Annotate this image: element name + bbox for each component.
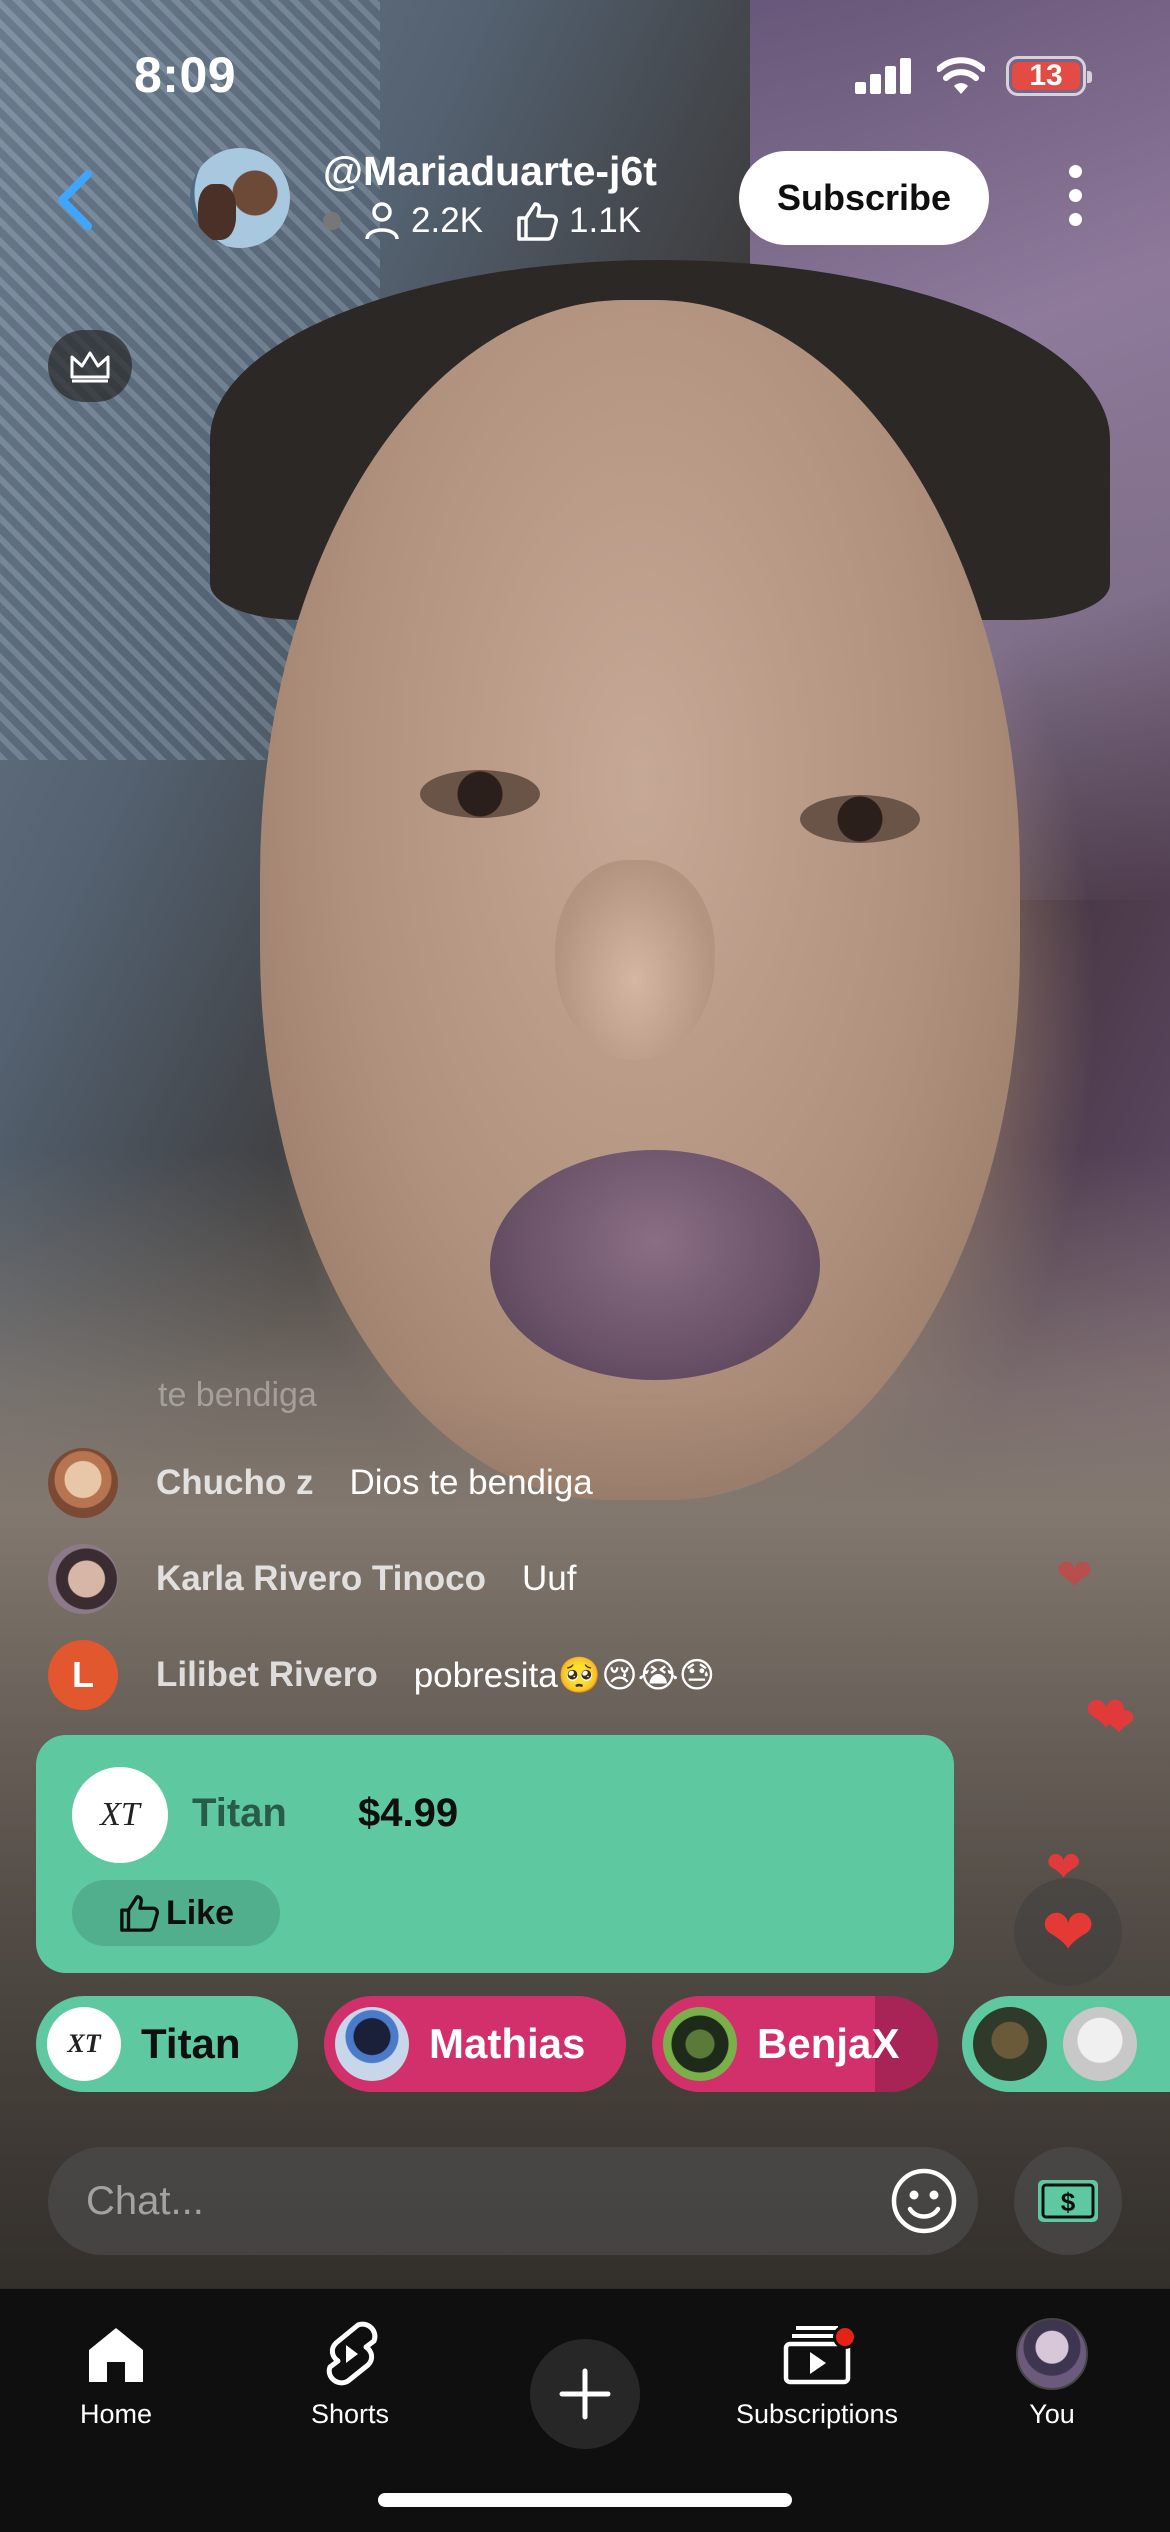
nav-label: You bbox=[1029, 2399, 1075, 2429]
notification-dot bbox=[833, 2325, 857, 2349]
status-time: 8:09 bbox=[134, 47, 237, 103]
nav-label: Home bbox=[79, 2399, 153, 2429]
nav-label: Shorts bbox=[310, 2399, 390, 2429]
chat-author[interactable]: Karla Rivero Tinoco bbox=[156, 1559, 486, 1599]
more-options-icon[interactable] bbox=[1060, 165, 1090, 231]
nav-shorts[interactable]: Shorts bbox=[250, 2309, 450, 2430]
video-subject-eye-left bbox=[420, 770, 540, 818]
video-subject-mouth bbox=[490, 1150, 820, 1380]
heart-icon: ❤ bbox=[1056, 1551, 1093, 1600]
subscribe-button[interactable]: Subscribe bbox=[739, 151, 989, 245]
super-chat-card[interactable]: XT Titan $4.99 Like bbox=[36, 1735, 954, 1973]
money-icon: $ bbox=[1038, 2180, 1098, 2222]
faded-chat-message: te bendiga bbox=[158, 1376, 317, 1414]
ticker-avatar: XT bbox=[47, 2007, 121, 2081]
cellular-signal-icon bbox=[855, 58, 911, 94]
nav-home[interactable]: Home bbox=[16, 2309, 216, 2430]
ticker-pill[interactable]: Mathias bbox=[324, 1996, 626, 2092]
nav-label: Subscriptions bbox=[735, 2399, 899, 2429]
nav-you[interactable]: You bbox=[952, 2309, 1152, 2430]
ticker-label: Mathias bbox=[429, 2020, 586, 2067]
like-label: Like bbox=[165, 1893, 235, 1932]
ticker-label: BenjaX bbox=[757, 2020, 900, 2067]
stream-stats: 2.2K 1.1K bbox=[323, 200, 641, 242]
chat-text: Uuf bbox=[522, 1559, 577, 1598]
chat-author[interactable]: Lilibet Rivero bbox=[156, 1655, 378, 1695]
person-icon bbox=[365, 202, 399, 240]
chat-message: L Lilibet Rivero pobresita🥺😢😭😓 bbox=[48, 1640, 715, 1710]
chat-author[interactable]: Chucho z bbox=[156, 1463, 313, 1503]
crown-icon[interactable] bbox=[48, 330, 132, 402]
avatar[interactable] bbox=[48, 1448, 118, 1518]
home-indicator bbox=[378, 2493, 792, 2507]
status-bar: 8:09 13 bbox=[0, 0, 1170, 150]
heart-reaction-button[interactable]: ❤ bbox=[1014, 1878, 1122, 1986]
viewer-count: 2.2K bbox=[411, 201, 483, 240]
ticker-pill[interactable]: BenjaX bbox=[652, 1996, 938, 2092]
chat-text: pobresita🥺😢😭😓 bbox=[413, 1655, 716, 1695]
heart-icon: ❤ bbox=[1102, 1701, 1136, 1745]
ticker-label: Titan bbox=[141, 2020, 241, 2067]
ticker-pill[interactable]: XT Titan bbox=[36, 1996, 298, 2092]
super-chat-avatar: XT bbox=[72, 1767, 168, 1863]
ticker-avatar bbox=[663, 2007, 737, 2081]
video-subject-nose bbox=[555, 860, 715, 1060]
ticker-avatar bbox=[1063, 2007, 1137, 2081]
chat-message: Karla Rivero Tinoco Uuf bbox=[48, 1544, 576, 1614]
super-chat-ticker: XT Titan Mathias BenjaX bbox=[36, 1996, 1170, 2092]
thumbs-up-icon bbox=[517, 202, 558, 241]
wifi-icon bbox=[937, 57, 985, 94]
super-chat-like-button[interactable]: Like bbox=[72, 1880, 280, 1946]
ticker-pill[interactable] bbox=[962, 1996, 1170, 2092]
chat-text: Dios te bendiga bbox=[349, 1463, 593, 1502]
battery-level: 13 bbox=[1012, 59, 1080, 92]
ticker-avatar bbox=[973, 2007, 1047, 2081]
super-chat-author: Titan bbox=[192, 1791, 287, 1835]
chat-input[interactable]: Chat... bbox=[48, 2147, 978, 2255]
emoji-icon[interactable] bbox=[888, 2165, 960, 2237]
video-subject-eye-right bbox=[800, 795, 920, 843]
thumbs-up-icon bbox=[120, 1895, 159, 1932]
channel-avatar[interactable] bbox=[190, 148, 290, 248]
svg-text:$: $ bbox=[1061, 2187, 1076, 2217]
chat-message: Chucho z Dios te bendiga bbox=[48, 1448, 593, 1518]
chat-input-placeholder: Chat... bbox=[86, 2179, 204, 2223]
avatar[interactable]: L bbox=[48, 1640, 118, 1710]
home-icon bbox=[89, 2328, 143, 2382]
ticker-avatar bbox=[335, 2007, 409, 2081]
create-button[interactable] bbox=[530, 2339, 640, 2449]
shorts-icon bbox=[326, 2321, 378, 2386]
live-dot-icon bbox=[323, 212, 341, 230]
like-count: 1.1K bbox=[569, 201, 641, 240]
avatar[interactable] bbox=[48, 1544, 118, 1614]
channel-handle[interactable]: @Mariaduarte-j6t bbox=[323, 148, 657, 195]
super-chat-money-button[interactable]: $ bbox=[1014, 2147, 1122, 2255]
super-chat-amount: $4.99 bbox=[358, 1791, 459, 1835]
create-icon bbox=[559, 2368, 611, 2420]
back-arrow-icon[interactable] bbox=[46, 160, 106, 240]
battery-icon: 13 bbox=[1006, 56, 1092, 96]
nav-subscriptions[interactable]: Subscriptions bbox=[717, 2309, 917, 2430]
avatar bbox=[1016, 2318, 1088, 2390]
